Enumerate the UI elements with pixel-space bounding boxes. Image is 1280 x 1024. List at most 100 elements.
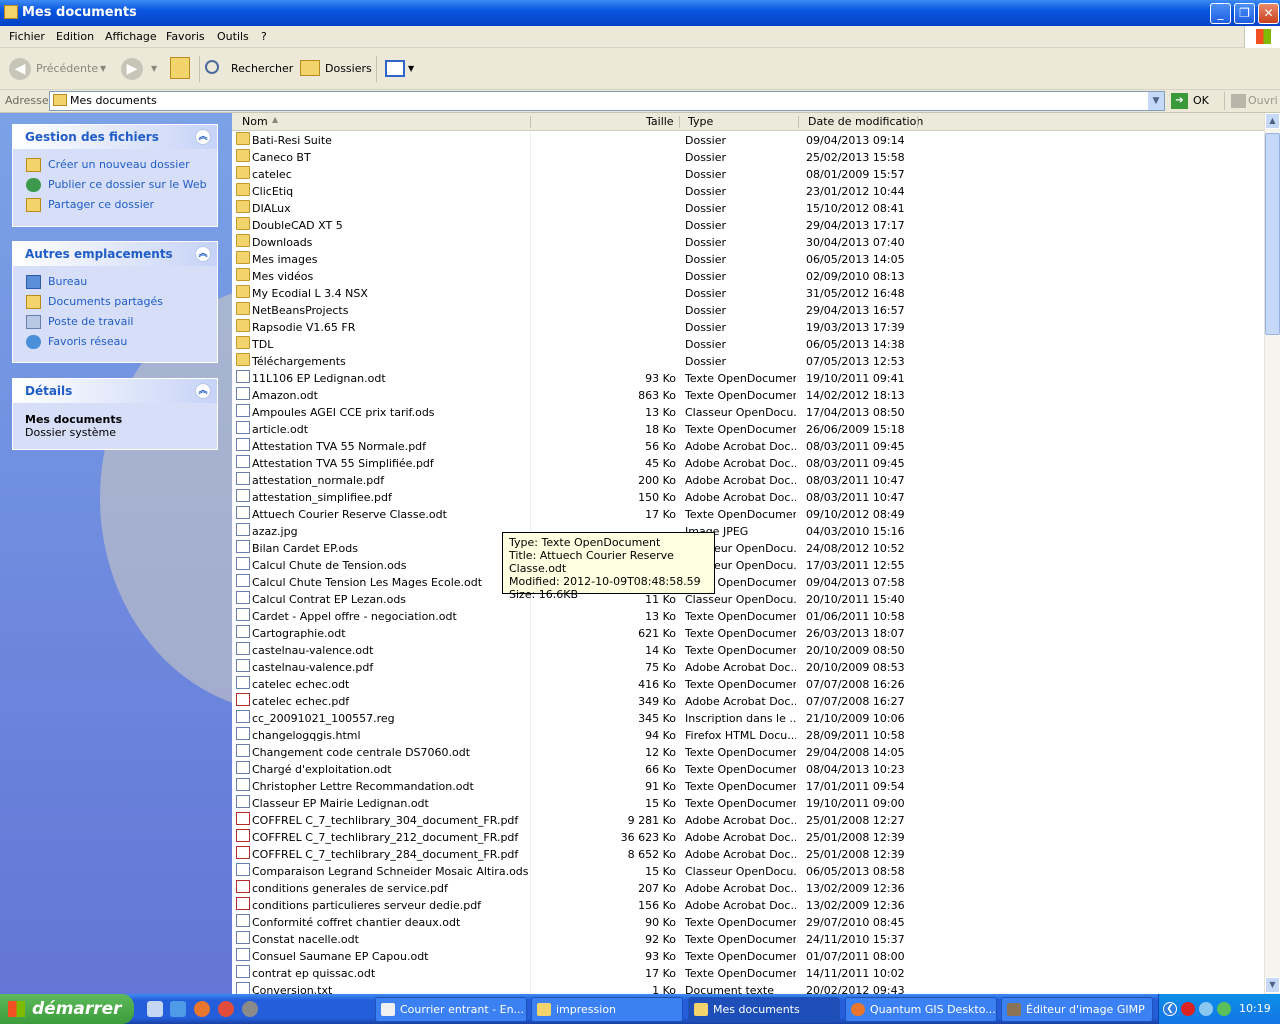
folders-icon[interactable]: [300, 60, 320, 76]
file-row[interactable]: catelec echec.pdf 349 Ko Adobe Acrobat Doc…: [232, 693, 932, 710]
col-divider[interactable]: [530, 116, 531, 128]
file-row[interactable]: contrat ep quissac.odt 17 Ko Texte OpenDoc…: [232, 965, 932, 982]
file-row[interactable]: Attestation TVA 55 Simplifiée.pdf 45 Ko Ad…: [232, 455, 932, 472]
file-row[interactable]: Comparaison Legrand Schneider Mosaic Alt…: [232, 863, 932, 880]
task-mes-documents[interactable]: Mes documents: [688, 997, 840, 1022]
start-button[interactable]: démarrer: [0, 994, 134, 1024]
col-divider[interactable]: [917, 116, 918, 128]
task-gimp[interactable]: Éditeur d'image GIMP: [1001, 997, 1153, 1022]
file-row[interactable]: castelnau-valence.odt 14 Ko Texte OpenDocu…: [232, 642, 932, 659]
file-row[interactable]: 11L106 EP Ledignan.odt 93 Ko Texte OpenDoc…: [232, 370, 932, 387]
details-header[interactable]: Détails ︽: [13, 379, 217, 403]
menu-help[interactable]: ?: [261, 30, 267, 43]
file-row[interactable]: Mes vidéos Dossier 02/09/2010 08:13: [232, 268, 932, 285]
title-bar[interactable]: Mes documents: [0, 0, 1280, 26]
file-row[interactable]: castelnau-valence.pdf 75 Ko Adobe Acrobat …: [232, 659, 932, 676]
file-row[interactable]: TDL Dossier 06/05/2013 14:38: [232, 336, 932, 353]
quicklaunch-firefox-icon[interactable]: [194, 1001, 210, 1017]
go-arrow-icon[interactable]: ➔: [1171, 93, 1188, 109]
file-row[interactable]: Cartographie.odt 621 Ko Texte OpenDocument…: [232, 625, 932, 642]
back-arrow-icon[interactable]: ◀: [9, 58, 31, 80]
file-row[interactable]: Bati-Resi Suite Dossier 09/04/2013 09:14: [232, 132, 932, 149]
search-button[interactable]: Rechercher: [231, 58, 293, 80]
search-icon[interactable]: [205, 60, 219, 74]
file-row[interactable]: Changement code centrale DS7060.odt 12 Ko…: [232, 744, 932, 761]
tray-network-icon[interactable]: [1199, 1002, 1213, 1016]
network-link[interactable]: Favoris réseau: [13, 332, 217, 352]
folders-button[interactable]: Dossiers: [325, 58, 372, 80]
file-row[interactable]: Classeur EP Mairie Ledignan.odt 15 Ko Text…: [232, 795, 932, 812]
col-size[interactable]: Taille: [646, 115, 674, 128]
share-folder-link[interactable]: Partager ce dossier: [13, 195, 217, 215]
go-button[interactable]: OK: [1193, 94, 1209, 107]
file-row[interactable]: catelec echec.odt 416 Ko Texte OpenDocumen…: [232, 676, 932, 693]
col-name[interactable]: Nom: [242, 115, 268, 128]
file-row[interactable]: NetBeansProjects Dossier 29/04/2013 16:57: [232, 302, 932, 319]
new-folder-link[interactable]: Créer un nouveau dossier: [13, 155, 217, 175]
file-row[interactable]: Constat nacelle.odt 92 Ko Texte OpenDocume…: [232, 931, 932, 948]
views-dropdown-icon[interactable]: ▼: [408, 58, 414, 80]
menu-edition[interactable]: Edition: [56, 30, 94, 43]
file-row[interactable]: Conversion.txt 1 Ko Document texte 20/02/20…: [232, 982, 932, 994]
vertical-scrollbar[interactable]: ▲ ▼: [1264, 113, 1280, 994]
file-row[interactable]: My Ecodial L 3.4 NSX Dossier 31/05/2012 16…: [232, 285, 932, 302]
file-row[interactable]: attestation_normale.pdf 200 Ko Adobe Acrob…: [232, 472, 932, 489]
task-impression[interactable]: impression: [531, 997, 683, 1022]
file-row[interactable]: changelogqgis.html 94 Ko Firefox HTML Docu…: [232, 727, 932, 744]
file-row[interactable]: Cardet - Appel offre - negociation.odt 13…: [232, 608, 932, 625]
col-date[interactable]: Date de modification: [808, 115, 923, 128]
folder-up-icon[interactable]: [170, 57, 190, 79]
file-row[interactable]: Downloads Dossier 30/04/2013 07:40: [232, 234, 932, 251]
file-row[interactable]: Consuel Saumane EP Capou.odt 93 Ko Texte O…: [232, 948, 932, 965]
file-row[interactable]: COFFREL C_7_techlibrary_212_document_FR.…: [232, 829, 932, 846]
desktop-link[interactable]: Bureau: [13, 272, 217, 292]
file-tasks-header[interactable]: Gestion des fichiers ︽: [13, 125, 217, 149]
quicklaunch-ie-icon[interactable]: [170, 1001, 186, 1017]
col-divider[interactable]: [679, 116, 680, 128]
forward-arrow-icon[interactable]: ▶: [121, 58, 143, 80]
menu-fichier[interactable]: Fichier: [9, 30, 45, 43]
file-row[interactable]: conditions generales de service.pdf 207 K…: [232, 880, 932, 897]
tray-expand-icon[interactable]: ❮: [1163, 1002, 1177, 1016]
clock[interactable]: 10:19: [1239, 1002, 1271, 1015]
file-row[interactable]: DoubleCAD XT 5 Dossier 29/04/2013 17:17: [232, 217, 932, 234]
menu-favoris[interactable]: Favoris: [166, 30, 205, 43]
scroll-up-icon[interactable]: ▲: [1265, 113, 1280, 129]
file-row[interactable]: Conformité coffret chantier deaux.odt 90 …: [232, 914, 932, 931]
file-row[interactable]: catelec Dossier 08/01/2009 15:57: [232, 166, 932, 183]
task-mail[interactable]: Courrier entrant - En...: [375, 997, 527, 1022]
collapse-chevron-icon[interactable]: ︽: [195, 129, 211, 145]
scroll-thumb[interactable]: [1265, 133, 1280, 335]
address-input[interactable]: Mes documents ▼: [49, 91, 1165, 111]
open-icon[interactable]: [1231, 94, 1246, 108]
file-row[interactable]: Amazon.odt 863 Ko Texte OpenDocument 14/02/…: [232, 387, 932, 404]
file-row[interactable]: COFFREL C_7_techlibrary_304_document_FR.…: [232, 812, 932, 829]
file-row[interactable]: DIALux Dossier 15/10/2012 08:41: [232, 200, 932, 217]
menu-outils[interactable]: Outils: [217, 30, 249, 43]
col-divider[interactable]: [798, 116, 799, 128]
my-computer-link[interactable]: Poste de travail: [13, 312, 217, 332]
address-dropdown-icon[interactable]: ▼: [1148, 92, 1164, 110]
col-type[interactable]: Type: [688, 115, 713, 128]
menu-affichage[interactable]: Affichage: [105, 30, 157, 43]
file-row[interactable]: COFFREL C_7_techlibrary_284_document_FR.…: [232, 846, 932, 863]
forward-dropdown-icon[interactable]: ▼: [151, 58, 157, 80]
file-row[interactable]: conditions particulieres serveur dedie.p…: [232, 897, 932, 914]
task-qgis[interactable]: Quantum GIS Deskto...: [845, 997, 997, 1022]
minimize-button[interactable]: _: [1210, 3, 1231, 24]
quicklaunch-chrome-icon[interactable]: [218, 1001, 234, 1017]
file-row[interactable]: cc_20091021_100557.reg 345 Ko Inscription …: [232, 710, 932, 727]
file-row[interactable]: Chargé d'exploitation.odt 66 Ko Texte Open…: [232, 761, 932, 778]
publish-web-link[interactable]: Publier ce dossier sur le Web: [13, 175, 217, 195]
maximize-button[interactable]: ❐: [1234, 3, 1255, 24]
back-dropdown-icon[interactable]: ▼: [100, 58, 106, 80]
file-row[interactable]: Ampoules AGEI CCE prix tarif.ods 13 Ko Cla…: [232, 404, 932, 421]
file-row[interactable]: article.odt 18 Ko Texte OpenDocument 26/06/…: [232, 421, 932, 438]
quicklaunch-settings-icon[interactable]: [242, 1001, 258, 1017]
collapse-chevron-icon[interactable]: ︽: [195, 246, 211, 262]
file-row[interactable]: Mes images Dossier 06/05/2013 14:05: [232, 251, 932, 268]
file-row[interactable]: Christopher Lettre Recommandation.odt 91 …: [232, 778, 932, 795]
file-row[interactable]: ClicEtiq Dossier 23/01/2012 10:44: [232, 183, 932, 200]
views-icon[interactable]: [385, 60, 405, 77]
collapse-chevron-icon[interactable]: ︽: [195, 383, 211, 399]
